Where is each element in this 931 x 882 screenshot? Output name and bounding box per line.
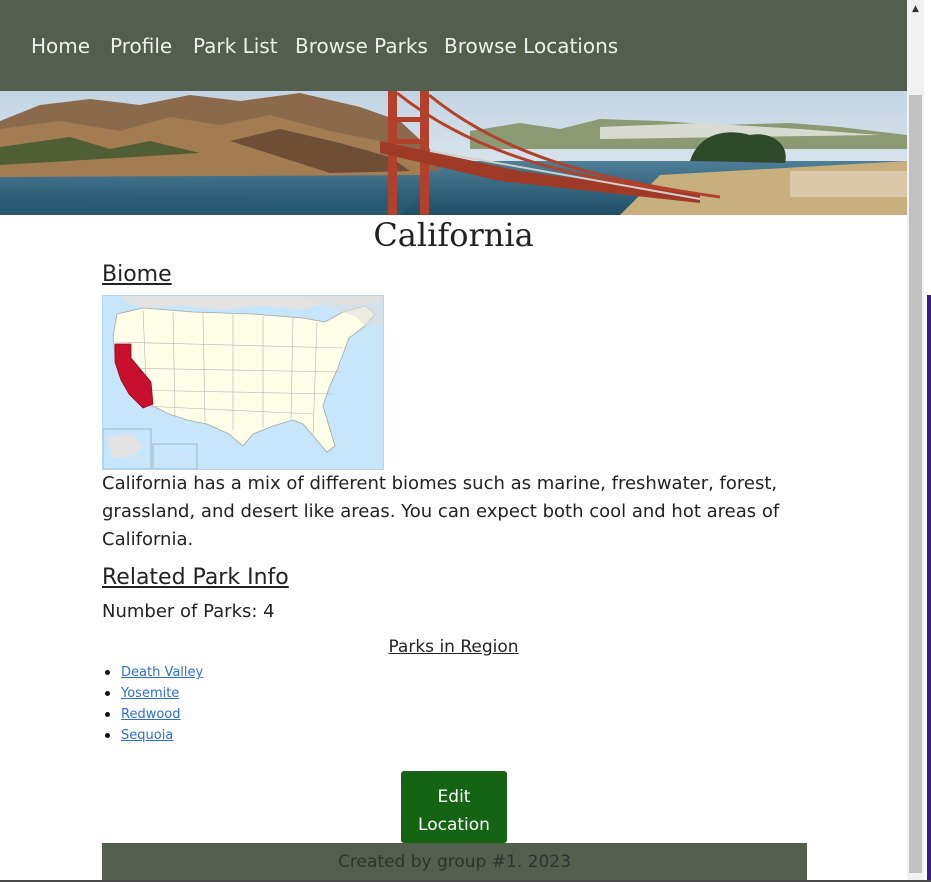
list-item: Sequoia: [104, 725, 203, 746]
list-item: Redwood: [104, 704, 203, 725]
bullet-icon: [105, 670, 110, 675]
parks-list: Death Valley Yosemite Redwood Sequoia: [104, 662, 203, 746]
page-viewport: Home Profile Park List Browse Parks Brow…: [0, 0, 907, 880]
park-link-sequoia[interactable]: Sequoia: [121, 728, 173, 743]
bullet-icon: [105, 733, 110, 738]
hero-banner-image: [0, 91, 907, 215]
nav-park-list[interactable]: Park List: [193, 33, 278, 59]
page-title: California: [373, 216, 534, 254]
list-item: Yosemite: [104, 683, 203, 704]
edit-location-button[interactable]: Edit Location: [401, 771, 507, 843]
state-location-map: [102, 295, 384, 470]
park-link-redwood[interactable]: Redwood: [121, 707, 181, 722]
scroll-up-arrow-icon[interactable]: ▲: [907, 0, 924, 18]
footer-text: Created by group #1. 2023: [338, 852, 571, 872]
nav-browse-parks[interactable]: Browse Parks: [295, 33, 428, 59]
park-link-yosemite[interactable]: Yosemite: [121, 686, 179, 701]
edit-button-line1: Edit: [437, 786, 471, 807]
footer: Created by group #1. 2023: [102, 843, 807, 880]
bullet-icon: [105, 712, 110, 717]
number-of-parks: Number of Parks: 4: [102, 601, 275, 622]
bullet-icon: [105, 691, 110, 696]
biome-heading: Biome: [102, 262, 172, 287]
nav-home[interactable]: Home: [31, 33, 90, 59]
top-navbar: Home Profile Park List Browse Parks Brow…: [0, 0, 907, 91]
edit-button-line2: Location: [418, 814, 490, 835]
related-park-info-heading: Related Park Info: [102, 565, 289, 590]
nav-browse-locations[interactable]: Browse Locations: [444, 33, 618, 59]
parks-in-region-heading: Parks in Region: [388, 637, 519, 657]
biome-description: California has a mix of different biomes…: [102, 473, 780, 550]
nav-profile[interactable]: Profile: [110, 33, 172, 59]
list-item: Death Valley: [104, 662, 203, 683]
window-edge-accent: [927, 295, 931, 882]
park-link-death-valley[interactable]: Death Valley: [121, 665, 203, 680]
vertical-scrollbar[interactable]: ▲: [907, 0, 924, 880]
scroll-thumb[interactable]: [909, 95, 922, 873]
